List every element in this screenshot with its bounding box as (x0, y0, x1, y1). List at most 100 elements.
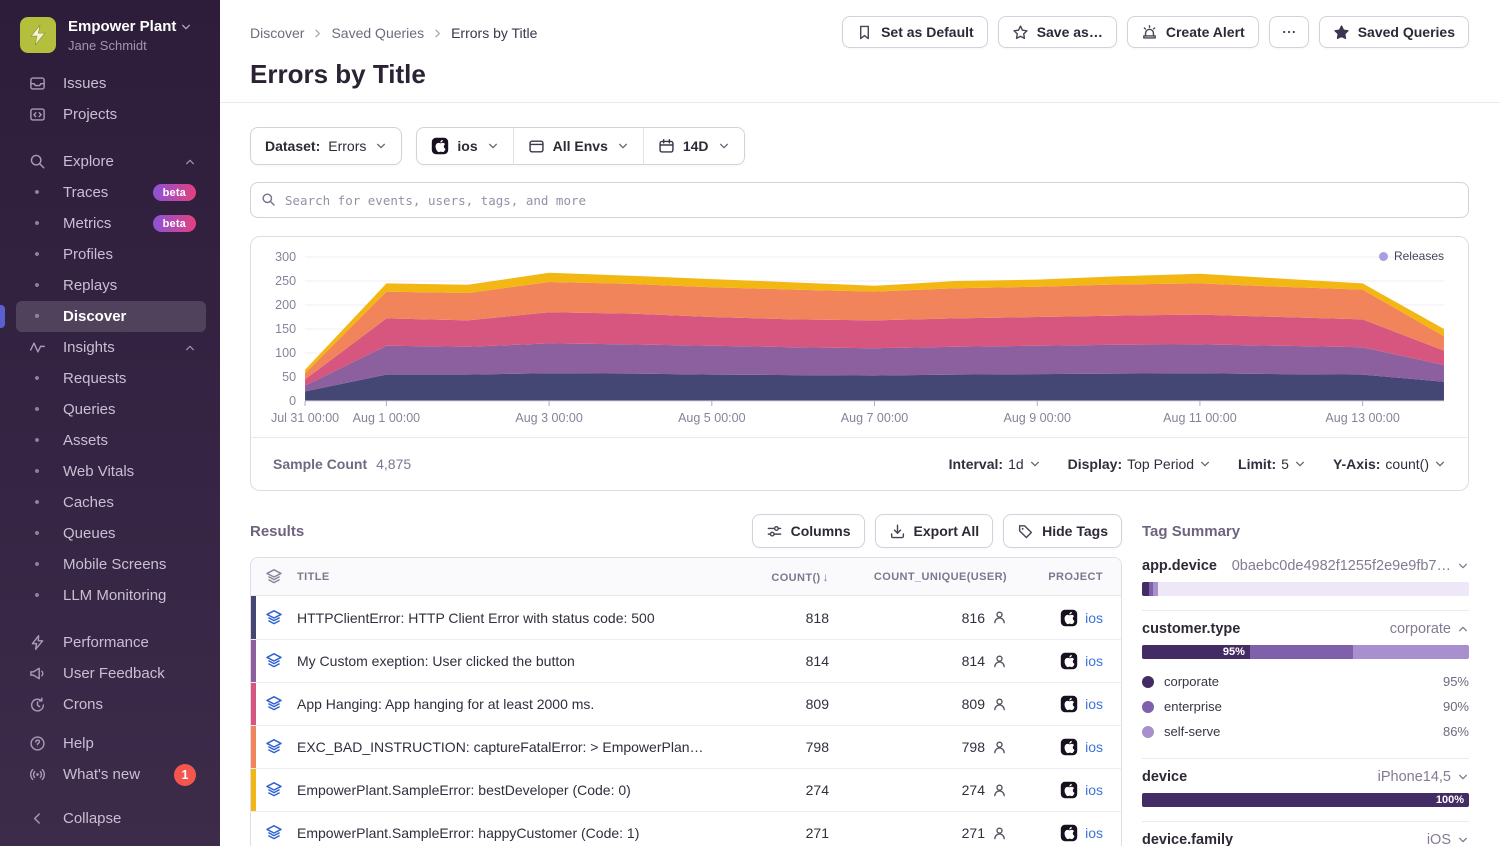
breadcrumb-saved-queries[interactable]: Saved Queries (331, 25, 424, 41)
svg-text:100: 100 (275, 346, 296, 360)
sidebar-item-mobile-screens[interactable]: •Mobile Screens (16, 549, 206, 580)
sidebar-item-metrics[interactable]: •Metricsbeta (16, 208, 206, 239)
row-title: EmpowerPlant.SampleError: happyCustomer … (297, 825, 719, 841)
search-input[interactable] (250, 182, 1469, 218)
sidebar-item-assets[interactable]: •Assets (16, 425, 206, 456)
more-options-button[interactable] (1269, 16, 1309, 48)
chevron-down-icon[interactable] (1457, 560, 1469, 572)
svg-text:50: 50 (282, 370, 296, 384)
svg-text:Aug 3 00:00: Aug 3 00:00 (515, 411, 582, 425)
sidebar-item-user-feedback[interactable]: User Feedback (16, 658, 206, 689)
environment-filter[interactable]: All Envs (513, 128, 643, 164)
chart-footer: Sample Count 4,875 Interval:1d Display:T… (251, 437, 1468, 490)
row-count: 274 (719, 782, 829, 798)
sidebar-item-replays[interactable]: •Replays (16, 270, 206, 301)
table-row[interactable]: App Hanging: App hanging for at least 20… (251, 682, 1121, 725)
table-row[interactable]: My Custom exeption: User clicked the but… (251, 639, 1121, 682)
table-row[interactable]: EXC_BAD_INSTRUCTION: captureFatalError: … (251, 725, 1121, 768)
bullet-icon: • (27, 556, 47, 573)
date-range-filter[interactable]: 14D (643, 128, 744, 164)
chevron-up-icon[interactable] (1457, 623, 1469, 635)
tag-bar-segment (1250, 645, 1353, 659)
hide-tags-button[interactable]: Hide Tags (1003, 514, 1122, 548)
column-count-unique[interactable]: COUNT_UNIQUE(USER) (829, 571, 1007, 583)
sidebar-item-caches[interactable]: •Caches (16, 487, 206, 518)
tag-distribution-bar[interactable] (1142, 582, 1469, 596)
sidebar-item-crons[interactable]: Crons (16, 689, 206, 720)
sidebar-item-issues[interactable]: Issues (16, 68, 206, 99)
org-switcher[interactable]: Empower Plant Jane Schmidt (0, 0, 220, 68)
sidebar-item-help[interactable]: Help (16, 728, 206, 759)
breadcrumb-discover[interactable]: Discover (250, 25, 304, 41)
main-panel: Discover Saved Queries Errors by Title S… (220, 0, 1500, 846)
sidebar-item-collapse[interactable]: Collapse (16, 803, 206, 834)
sidebar-item-projects[interactable]: Projects (16, 99, 206, 130)
layers-icon[interactable] (251, 568, 297, 586)
row-count: 798 (719, 739, 829, 755)
sidebar-item-requests[interactable]: •Requests (16, 363, 206, 394)
sidebar-item-llm-monitoring[interactable]: •LLM Monitoring (16, 580, 206, 611)
chart-legend[interactable]: Releases (1379, 249, 1444, 263)
project-link[interactable]: ios (1085, 696, 1103, 712)
columns-button[interactable]: Columns (752, 514, 865, 548)
sidebar-item-profiles[interactable]: •Profiles (16, 239, 206, 270)
column-project[interactable]: PROJECT (1007, 571, 1103, 583)
page-title: Errors by Title (250, 59, 1469, 90)
column-title[interactable]: TITLE (297, 571, 719, 583)
project-link[interactable]: ios (1085, 653, 1103, 669)
tag-header-customer-type[interactable]: customer.typecorporate (1142, 621, 1469, 637)
chevron-down-icon (1294, 458, 1306, 470)
person-icon (992, 610, 1007, 625)
tag-distribution-bar[interactable]: 95% (1142, 645, 1469, 659)
saved-queries-button[interactable]: Saved Queries (1319, 16, 1469, 48)
sidebar-item-explore[interactable]: Explore (16, 146, 206, 177)
sidebar-item-discover[interactable]: •Discover (16, 301, 206, 332)
sidebar-item-what-s-new[interactable]: What's new1 (16, 759, 206, 790)
interval-select[interactable]: Interval:1d (949, 456, 1041, 472)
dataset-select[interactable]: Dataset: Errors (251, 128, 401, 164)
tag-distribution-bar[interactable]: 100% (1142, 793, 1469, 807)
org-name[interactable]: Empower Plant (68, 18, 192, 37)
tag-header-app-device[interactable]: app.device0baebc0de4982f1255f2e9e9fb7… (1142, 558, 1469, 574)
sidebar-section: Collapse (0, 803, 220, 834)
sidebar-item-queues[interactable]: •Queues (16, 518, 206, 549)
chevron-down-icon[interactable] (1457, 834, 1469, 846)
sidebar-item-insights[interactable]: Insights (16, 332, 206, 363)
apple-icon (431, 137, 449, 155)
sidebar-item-web-vitals[interactable]: •Web Vitals (16, 456, 206, 487)
results-table: TITLE COUNT()↓ COUNT_UNIQUE(USER) PROJEC… (250, 557, 1122, 846)
project-link[interactable]: ios (1085, 782, 1103, 798)
org-user: Jane Schmidt (68, 38, 192, 54)
table-row[interactable]: EmpowerPlant.SampleError: happyCustomer … (251, 811, 1121, 846)
project-link[interactable]: ios (1085, 739, 1103, 755)
row-project: ios (1007, 781, 1103, 799)
content: Dataset: Errors ios All Envs (220, 103, 1500, 846)
projects-icon (27, 106, 47, 123)
table-row[interactable]: EmpowerPlant.SampleError: bestDeveloper … (251, 768, 1121, 811)
project-filter[interactable]: ios (417, 128, 512, 164)
set-as-default-button[interactable]: Set as Default (842, 16, 988, 48)
tag-header-device[interactable]: deviceiPhone14,5 (1142, 769, 1469, 785)
project-link[interactable]: ios (1085, 610, 1103, 626)
table-row[interactable]: HTTPClientError: HTTP Client Error with … (251, 596, 1121, 639)
sidebar-item-performance[interactable]: Performance (16, 627, 206, 658)
tag-header-device-family[interactable]: device.familyiOS (1142, 832, 1469, 846)
display-select[interactable]: Display:Top Period (1068, 456, 1211, 472)
bullet-icon: • (27, 184, 47, 201)
tag-section-customer-type: customer.typecorporate95%corporate95%ent… (1142, 610, 1469, 758)
save-as-button[interactable]: Save as… (998, 16, 1117, 48)
sidebar-section: Explore•Tracesbeta•Metricsbeta•Profiles•… (0, 146, 220, 611)
sidebar-item-queries[interactable]: •Queries (16, 394, 206, 425)
project-link[interactable]: ios (1085, 825, 1103, 841)
chart-svg: 050100150200250300Jul 31 00:00Aug 1 00:0… (251, 237, 1468, 437)
environment-value: All Envs (553, 138, 608, 154)
sidebar-item-traces[interactable]: •Tracesbeta (16, 177, 206, 208)
column-count[interactable]: COUNT()↓ (719, 570, 829, 584)
export-all-button[interactable]: Export All (875, 514, 994, 548)
yaxis-select[interactable]: Y-Axis:count() (1333, 456, 1446, 472)
create-alert-button[interactable]: Create Alert (1127, 16, 1259, 48)
chevron-right-icon (312, 28, 323, 39)
chevron-down-icon[interactable] (1457, 771, 1469, 783)
limit-select[interactable]: Limit:5 (1238, 456, 1306, 472)
series-color-strip (251, 769, 256, 811)
